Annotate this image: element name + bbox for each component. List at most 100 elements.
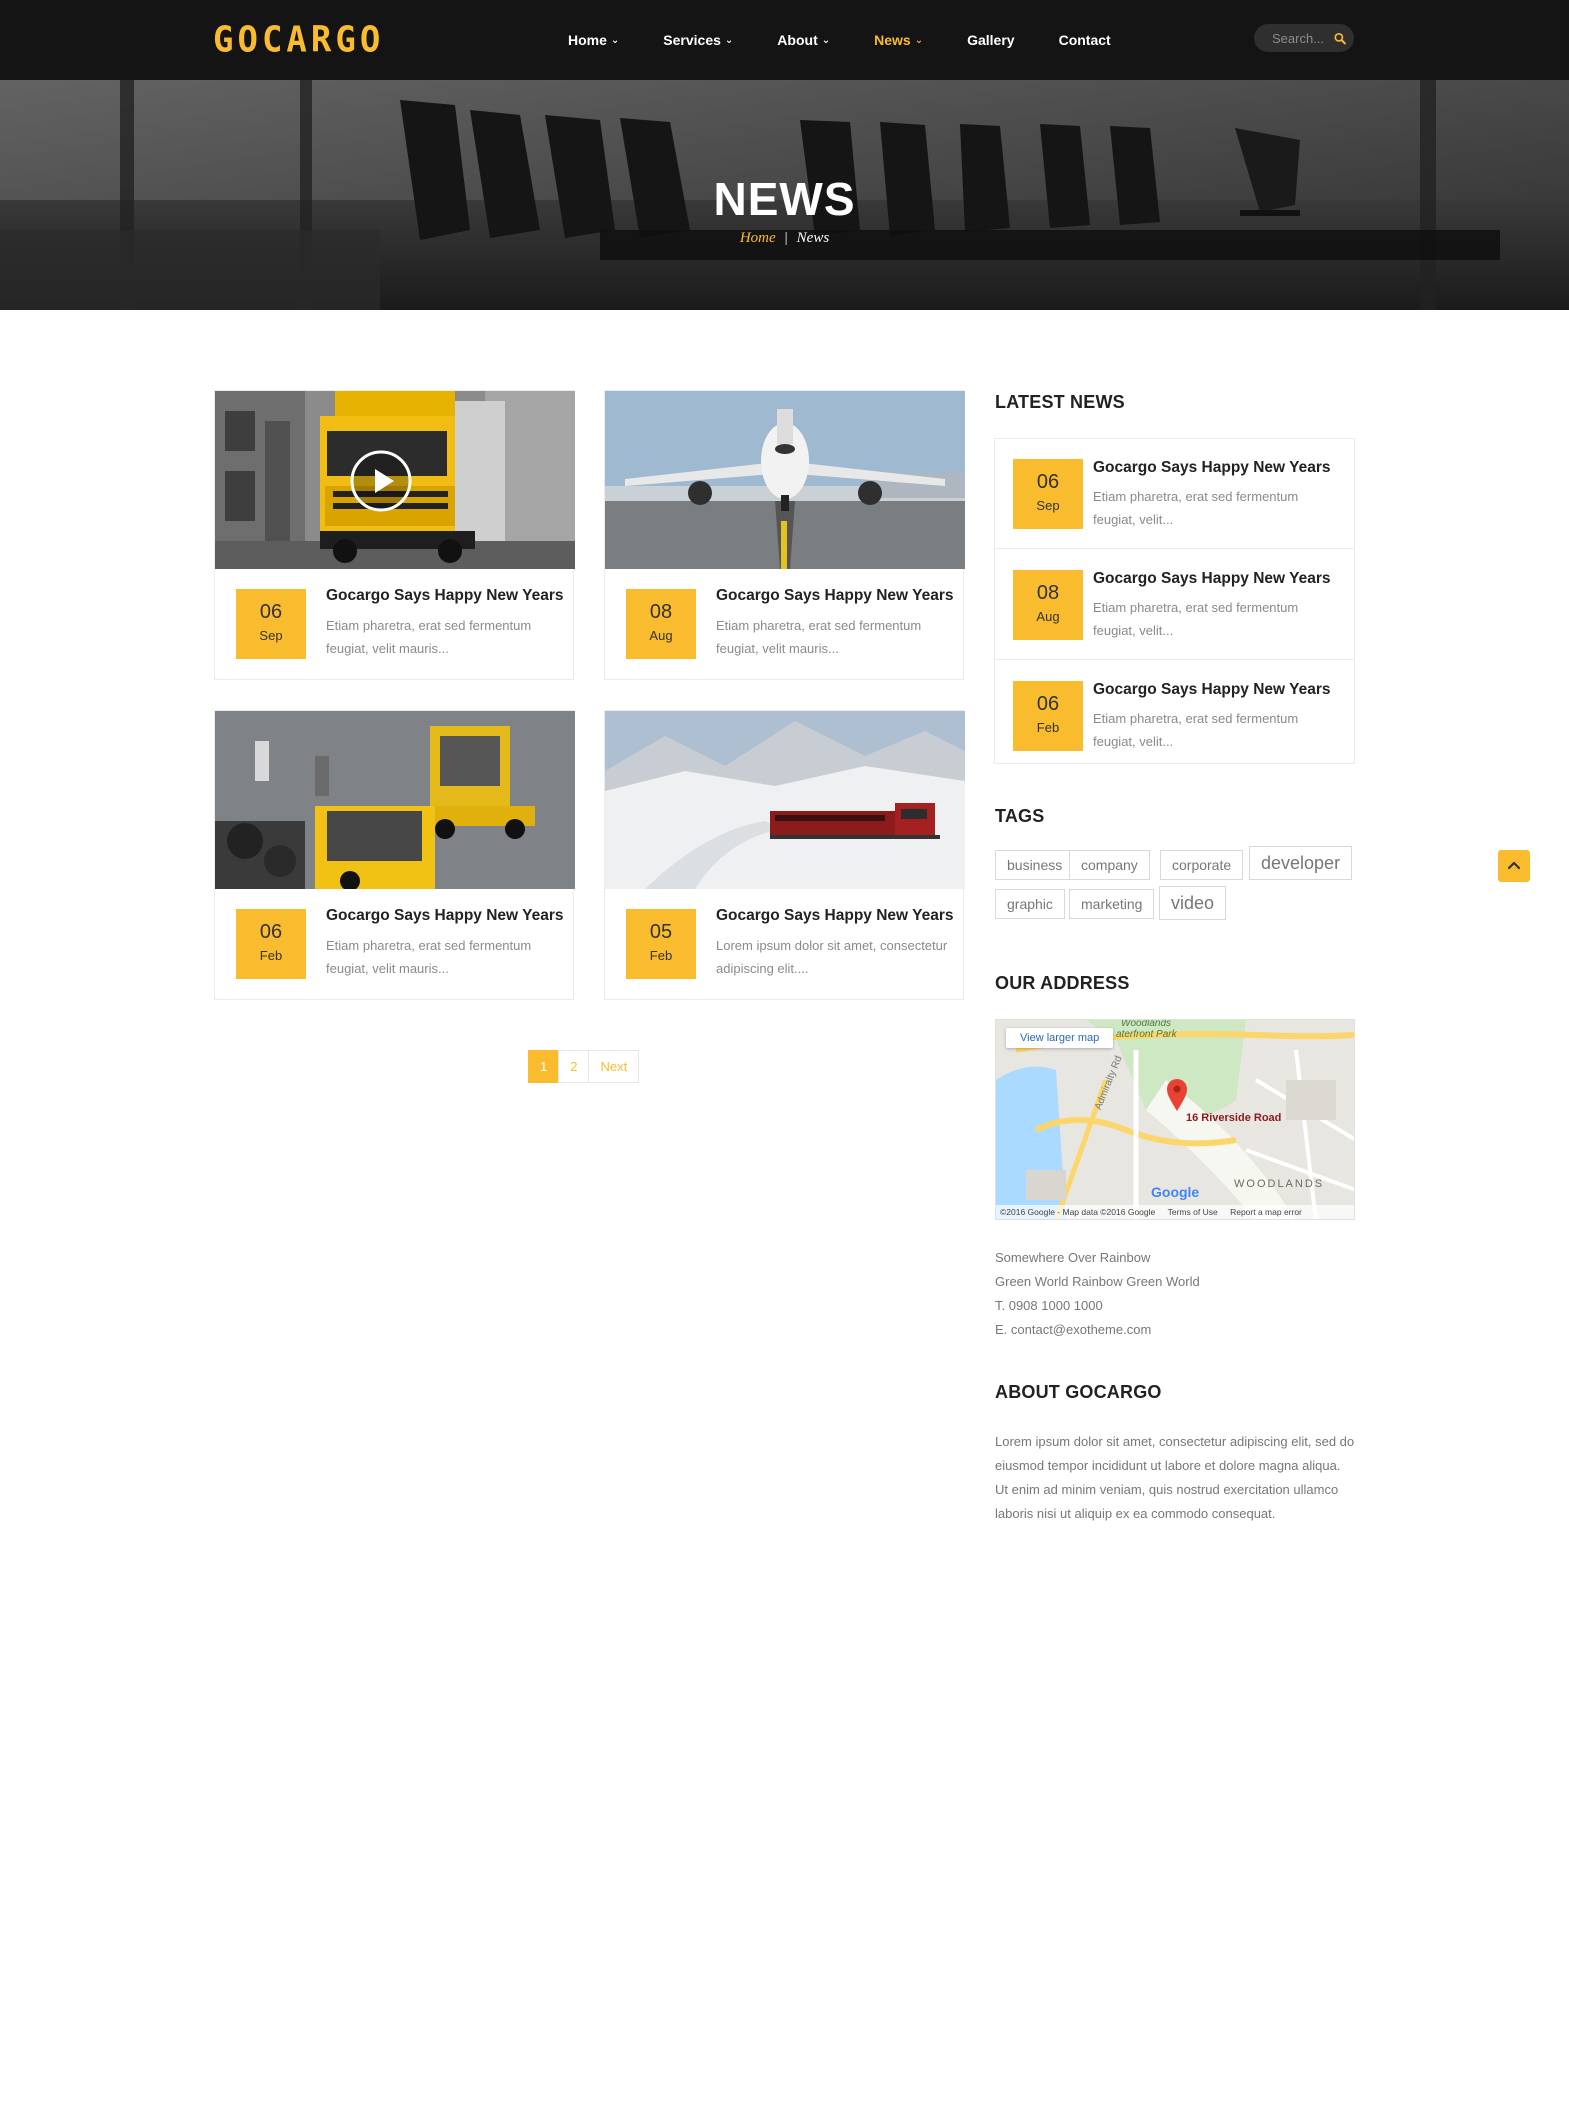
nav-item-gallery[interactable]: Gallery <box>967 32 1014 48</box>
date-month: Feb <box>259 948 283 963</box>
date-month: Feb <box>1036 720 1060 735</box>
tag-developer[interactable]: developer <box>1249 846 1353 880</box>
page-hero: NEWS Home | News <box>0 80 1569 310</box>
nav-item-home[interactable]: Home ⌄ <box>568 32 619 48</box>
latest-news-title[interactable]: Gocargo Says Happy New Years <box>1093 681 1331 699</box>
date-month: Sep <box>1036 498 1060 513</box>
nav-item-services[interactable]: Services ⌄ <box>663 32 733 48</box>
news-image-forklifts[interactable] <box>215 711 575 889</box>
date-day: 05 <box>649 921 673 943</box>
about-text: Lorem ipsum dolor sit amet, consectetur … <box>995 1434 1355 1521</box>
nav-label: Home <box>568 32 607 48</box>
address-block: Somewhere Over Rainbow Green World Rainb… <box>995 1246 1200 1342</box>
date-badge: 06 Feb <box>236 909 306 979</box>
latest-news-item[interactable]: 08 Aug Gocargo Says Happy New Years Etiam… <box>995 550 1354 660</box>
map-pin-icon[interactable] <box>1166 1078 1188 1112</box>
back-to-top-button[interactable] <box>1498 850 1530 882</box>
tag-graphic[interactable]: graphic <box>995 889 1065 919</box>
address-heading: OUR ADDRESS <box>995 973 1130 993</box>
address-line: Somewhere Over Rainbow <box>995 1250 1151 1265</box>
breadcrumb-home-link[interactable]: Home <box>740 230 776 246</box>
news-image-snow-train[interactable] <box>605 711 965 889</box>
news-image-truck[interactable] <box>215 391 575 569</box>
tag-business[interactable]: business <box>995 850 1075 880</box>
email-line[interactable]: E. contact@exotheme.com <box>995 1318 1200 1342</box>
date-month: Aug <box>1036 609 1060 624</box>
latest-news-heading: LATEST NEWS <box>995 392 1125 412</box>
next-page-button[interactable]: Next <box>588 1050 640 1083</box>
news-title-link[interactable]: Gocargo Says Happy New Years <box>326 587 566 605</box>
nav-label: Contact <box>1058 32 1111 48</box>
latest-news-list: 06 Sep Gocargo Says Happy New Years Etiam… <box>994 438 1355 764</box>
top-navbar: GOCARGO Home ⌄ Services ⌄ About ⌄ News ⌄ Gal… <box>0 0 1569 80</box>
map-report-link[interactable]: Report a map error <box>1230 1207 1302 1217</box>
page: GOCARGO Home ⌄ Services ⌄ About ⌄ News ⌄ Gal… <box>0 0 1569 2102</box>
view-larger-map-link[interactable]: View larger map <box>1006 1028 1114 1048</box>
nav-label: News <box>874 32 911 48</box>
latest-news-excerpt: Etiam pharetra, erat sed fermentum feugi… <box>1093 711 1299 749</box>
news-card: 08 Aug Gocargo Says Happy New Years Etiam… <box>604 390 965 680</box>
date-badge: 08 Aug <box>626 589 696 659</box>
map-place-label: 16 Riverside Road <box>1186 1112 1282 1124</box>
date-month: Feb <box>649 948 673 963</box>
news-excerpt: Etiam pharetra, erat sed fermentum feugi… <box>716 618 922 656</box>
nav-item-contact[interactable]: Contact <box>1059 32 1111 48</box>
date-badge: 06 Sep <box>236 589 306 659</box>
tag-marketing[interactable]: marketing <box>1069 889 1155 919</box>
map-area-label: WOODLANDS <box>1234 1178 1325 1190</box>
tag-company[interactable]: company <box>1069 850 1150 880</box>
nav-item-news[interactable]: News ⌄ <box>874 32 923 48</box>
news-excerpt: Lorem ipsum dolor sit amet, consectetur … <box>716 938 948 976</box>
breadcrumb-current: News <box>796 230 830 246</box>
latest-news-item[interactable]: 06 Feb Gocargo Says Happy New Years Etiam… <box>995 661 1354 771</box>
map-park-label-1: Woodlands <box>1121 1019 1172 1029</box>
news-card: 05 Feb Gocargo Says Happy New Years Lorem… <box>604 710 965 1000</box>
page-1-button[interactable]: 1 <box>528 1050 560 1083</box>
breadcrumb-separator: | <box>784 230 788 246</box>
nav-label: About <box>777 32 818 48</box>
about-heading: ABOUT GOCARGO <box>995 1382 1162 1402</box>
date-badge: 05 Feb <box>626 909 696 979</box>
tag-corporate[interactable]: corporate <box>1160 850 1244 880</box>
site-logo[interactable]: GOCARGO <box>213 19 384 61</box>
location-map[interactable]: View larger map 16 Riverside Road WOODLA… <box>995 1019 1355 1220</box>
news-title-link[interactable]: Gocargo Says Happy New Years <box>326 907 566 925</box>
latest-news-excerpt: Etiam pharetra, erat sed fermentum feugi… <box>1093 600 1299 638</box>
chevron-down-icon: ⌄ <box>821 34 831 46</box>
latest-news-excerpt: Etiam pharetra, erat sed fermentum feugi… <box>1093 489 1299 527</box>
nav-item-about[interactable]: About ⌄ <box>777 32 830 48</box>
page-2-button[interactable]: 2 <box>558 1050 590 1083</box>
chevron-down-icon: ⌄ <box>914 34 924 46</box>
map-footer: ©2016 Google - Map data ©2016 Google Ter… <box>996 1205 1354 1219</box>
map-terms-link[interactable]: Terms of Use <box>1168 1207 1218 1217</box>
date-month: Aug <box>649 628 673 643</box>
date-day: 06 <box>259 921 283 943</box>
date-day: 08 <box>649 601 673 623</box>
search-icon[interactable] <box>1334 31 1346 46</box>
play-icon[interactable] <box>349 449 413 513</box>
pagination: 1 2 Next <box>528 1050 640 1083</box>
tag-video[interactable]: video <box>1159 886 1227 920</box>
chevron-up-icon <box>1507 861 1521 870</box>
nav-label: Services <box>663 32 721 48</box>
date-badge: 06 Sep <box>1013 459 1083 529</box>
news-title-link[interactable]: Gocargo Says Happy New Years <box>716 907 956 925</box>
latest-news-title[interactable]: Gocargo Says Happy New Years <box>1093 570 1331 588</box>
chevron-down-icon: ⌄ <box>724 34 734 46</box>
search-box <box>1254 24 1354 52</box>
news-image-airplane[interactable] <box>605 391 965 569</box>
tags-heading: TAGS <box>995 806 1045 826</box>
news-title-link[interactable]: Gocargo Says Happy New Years <box>716 587 956 605</box>
map-park-label-2: aterfront Park <box>1116 1029 1177 1040</box>
latest-news-title[interactable]: Gocargo Says Happy New Years <box>1093 459 1331 477</box>
search-input[interactable] <box>1272 30 1334 46</box>
map-copyright: ©2016 Google - Map data ©2016 Google <box>1000 1207 1156 1217</box>
address-line: Green World Rainbow Green World <box>995 1274 1200 1289</box>
date-month: Sep <box>259 628 283 643</box>
nav-label: Gallery <box>967 32 1015 48</box>
date-badge: 06 Feb <box>1013 681 1083 751</box>
news-excerpt: Etiam pharetra, erat sed fermentum feugi… <box>326 938 532 976</box>
news-excerpt: Etiam pharetra, erat sed fermentum feugi… <box>326 618 532 656</box>
latest-news-item[interactable]: 06 Sep Gocargo Says Happy New Years Etiam… <box>995 439 1354 549</box>
phone-line: T. 0908 1000 1000 <box>995 1298 1103 1313</box>
